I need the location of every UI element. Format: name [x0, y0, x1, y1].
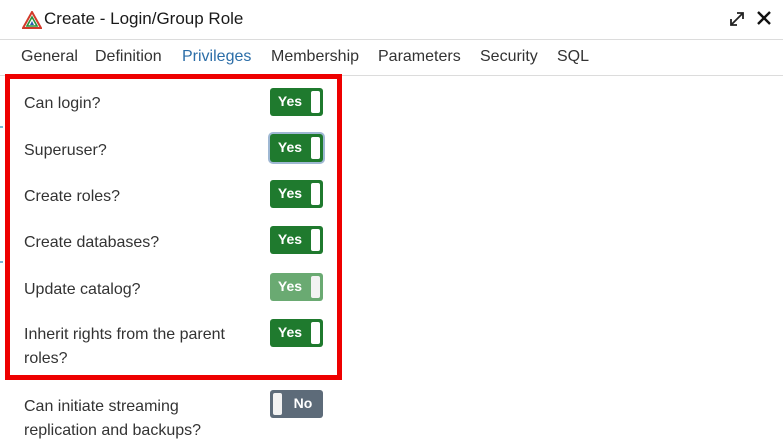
- replication-toggle[interactable]: No: [270, 390, 323, 418]
- dialog-titlebar: Create - Login/Group Role: [0, 0, 783, 40]
- tab-security[interactable]: Security: [480, 48, 538, 66]
- update-catalog-toggle: Yes: [270, 273, 323, 301]
- inherit-rights-toggle[interactable]: Yes: [270, 319, 323, 347]
- superuser-label: Superuser?: [24, 142, 107, 159]
- privileges-panel: [0, 77, 783, 447]
- tab-general[interactable]: General: [21, 48, 78, 66]
- create-databases-label: Create databases?: [24, 234, 160, 251]
- toggle-state-text: Yes: [277, 278, 303, 294]
- create-roles-toggle[interactable]: Yes: [270, 180, 323, 208]
- toggle-state-text: Yes: [277, 324, 303, 340]
- tab-bar: General Definition Privileges Membership…: [0, 40, 783, 76]
- tab-sql[interactable]: SQL: [557, 48, 589, 66]
- update-catalog-label: Update catalog?: [24, 281, 141, 298]
- inherit-rights-label: Inherit rights from the parent roles?: [24, 326, 225, 367]
- can-login-toggle[interactable]: Yes: [270, 88, 323, 116]
- create-databases-toggle[interactable]: Yes: [270, 226, 323, 254]
- toggle-state-text: Yes: [277, 231, 303, 247]
- toggle-state-text: Yes: [277, 139, 303, 155]
- pgadmin-logo-icon: [22, 11, 42, 29]
- toggle-state-text: Yes: [277, 185, 303, 201]
- tab-parameters[interactable]: Parameters: [378, 48, 461, 66]
- tab-definition[interactable]: Definition: [95, 48, 162, 66]
- tab-privileges[interactable]: Privileges: [182, 48, 251, 66]
- toggle-state-text: Yes: [277, 93, 303, 109]
- tab-membership[interactable]: Membership: [271, 48, 359, 66]
- toggle-knob: [311, 276, 320, 298]
- close-icon[interactable]: [754, 8, 774, 28]
- create-roles-label: Create roles?: [24, 188, 121, 205]
- toggle-knob: [273, 393, 282, 415]
- toggle-knob: [311, 183, 320, 205]
- can-login-label: Can login?: [24, 95, 101, 112]
- expand-icon[interactable]: [728, 10, 746, 28]
- toggle-state-text: No: [293, 395, 313, 411]
- toggle-knob: [311, 91, 320, 113]
- left-edge-marker: [0, 126, 3, 128]
- superuser-toggle[interactable]: Yes: [270, 134, 323, 162]
- left-edge-marker: [0, 261, 3, 263]
- toggle-knob: [311, 229, 320, 251]
- toggle-knob: [311, 137, 320, 159]
- toggle-knob: [311, 322, 320, 344]
- dialog-title: Create - Login/Group Role: [44, 9, 244, 28]
- replication-label: Can initiate streaming replication and b…: [24, 398, 202, 439]
